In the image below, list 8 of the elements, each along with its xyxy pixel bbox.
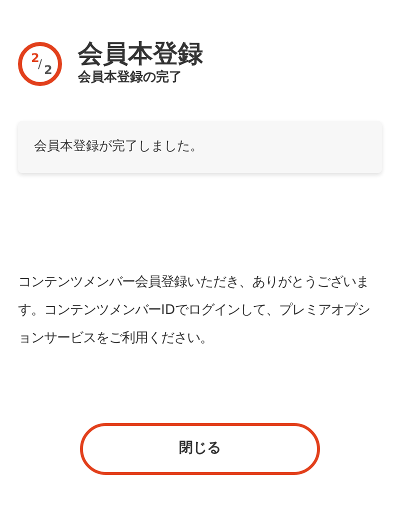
page-subtitle: 会員本登録の完了 <box>78 68 183 86</box>
close-button[interactable]: 閉じる <box>80 422 320 474</box>
step-total: 2 <box>44 62 52 78</box>
step-separator: / <box>38 56 42 72</box>
body-text: コンテンツメンバー会員登録いただき、ありがとうございます。コンテンツメンバーIDでログインして、プレミアオプションサービスをご利用ください。 <box>18 274 372 348</box>
page-title: 会員本登録 <box>78 40 203 68</box>
step-current: 2 <box>31 50 40 64</box>
message-card: 会員本登録が完了しました。 <box>18 121 382 172</box>
